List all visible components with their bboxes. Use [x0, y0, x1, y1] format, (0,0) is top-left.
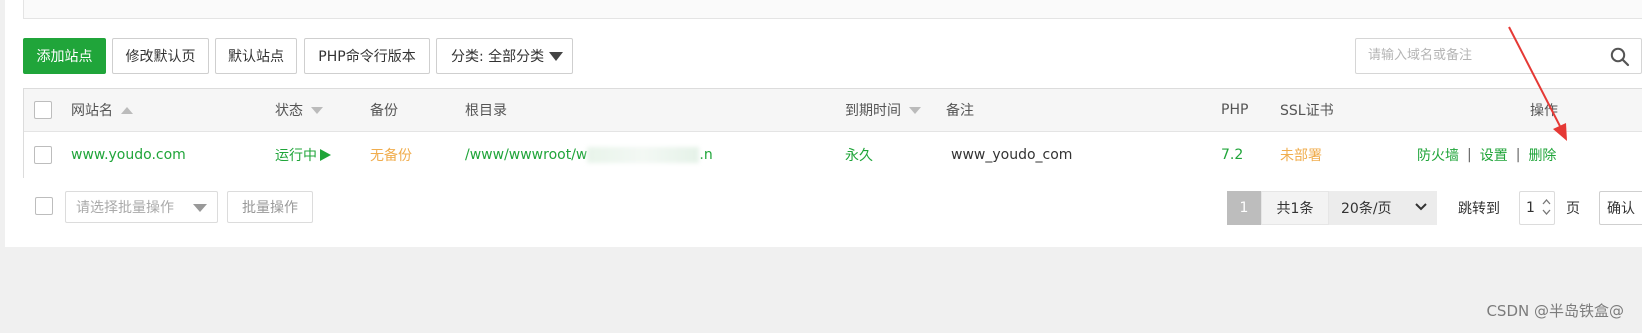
batch-operation-button[interactable]: 批量操作	[227, 191, 313, 223]
header-php: PHP	[1221, 102, 1249, 118]
header-backup: 备份	[370, 103, 398, 119]
redaction-blur	[587, 147, 700, 163]
action-separator: |	[1515, 147, 1521, 163]
delete-link[interactable]: 删除	[1528, 145, 1556, 165]
category-select-label: 分类: 全部分类	[451, 49, 545, 65]
top-strip	[23, 0, 1642, 19]
site-name-link[interactable]: www.youdo.com	[71, 132, 186, 178]
chevron-down-icon	[1415, 203, 1427, 211]
php-version-link[interactable]: 7.2	[1221, 132, 1243, 178]
confirm-jump-button[interactable]: 确认	[1599, 191, 1642, 225]
backup-link[interactable]: 无备份	[370, 132, 412, 178]
search-box	[1355, 38, 1642, 74]
row-checkbox[interactable]	[34, 146, 52, 164]
search-icon[interactable]	[1610, 47, 1630, 67]
caret-down-icon	[549, 52, 563, 61]
per-page-select[interactable]: 20条/页	[1329, 191, 1437, 225]
header-site-name-label: 网站名	[71, 103, 113, 119]
header-root-dir: 根目录	[465, 103, 507, 119]
firewall-link[interactable]: 防火墙	[1417, 145, 1459, 165]
row-select-cell	[34, 132, 52, 178]
spinner-arrows-icon[interactable]	[1542, 196, 1551, 218]
row-actions: 防火墙 | 设置 | 删除	[1417, 132, 1556, 178]
page-unit-label: 页	[1566, 201, 1580, 217]
total-count: 共1条	[1261, 191, 1329, 225]
php-cli-version-button[interactable]: PHP命令行版本	[304, 38, 430, 74]
watermark: CSDN @半岛铁盒@	[1486, 302, 1624, 320]
select-all-checkbox[interactable]	[34, 101, 52, 119]
batch-operation-placeholder: 请选择批量操作	[76, 200, 174, 216]
footer-select-all-checkbox[interactable]	[35, 197, 53, 215]
expire-link[interactable]: 永久	[845, 132, 873, 178]
header-status[interactable]: 状态	[275, 89, 323, 131]
default-site-button[interactable]: 默认站点	[215, 38, 297, 74]
root-dir-prefix: /www/wwwroot/w	[465, 147, 588, 163]
header-remark: 备注	[946, 103, 974, 119]
header-status-label: 状态	[275, 103, 303, 119]
caret-down-icon	[193, 204, 207, 212]
remark-text[interactable]: www_youdo_com	[951, 132, 1072, 178]
root-dir-link[interactable]: /www/wwwroot/w .n	[465, 132, 713, 178]
current-page-button[interactable]: 1	[1227, 191, 1261, 225]
edit-default-page-button[interactable]: 修改默认页	[112, 38, 209, 74]
header-expire[interactable]: 到期时间	[845, 89, 921, 131]
jump-to-label: 跳转到	[1458, 201, 1500, 217]
play-icon	[320, 149, 331, 161]
jump-page-value: 1	[1526, 200, 1535, 216]
root-dir-suffix: .n	[699, 147, 713, 163]
search-input[interactable]	[1366, 47, 1600, 64]
site-table: 网站名 状态 备份 根目录 到期时间 备注 PHP SSL证书 操作 www.y…	[23, 88, 1642, 178]
table-row: www.youdo.com 运行中 无备份 /www/wwwroot/w .n 永…	[24, 132, 1642, 178]
jump-page-input[interactable]: 1	[1519, 191, 1555, 225]
batch-operation-select[interactable]: 请选择批量操作	[65, 191, 218, 223]
site-status-label: 运行中	[275, 148, 317, 164]
sort-desc-icon	[311, 106, 323, 114]
table-header: 网站名 状态 备份 根目录 到期时间 备注 PHP SSL证书 操作	[24, 89, 1642, 132]
category-select[interactable]: 分类: 全部分类	[436, 38, 573, 74]
settings-link[interactable]: 设置	[1480, 145, 1508, 165]
sort-desc-icon	[909, 106, 921, 114]
header-actions: 操作	[1530, 103, 1558, 119]
header-site-name[interactable]: 网站名	[71, 89, 133, 131]
sort-asc-icon	[121, 106, 133, 114]
header-expire-label: 到期时间	[845, 103, 901, 119]
add-site-button[interactable]: 添加站点	[23, 38, 106, 74]
per-page-label: 20条/页	[1341, 201, 1392, 217]
ssl-link[interactable]: 未部署	[1280, 132, 1322, 178]
site-status[interactable]: 运行中	[275, 132, 331, 178]
action-separator: |	[1467, 147, 1472, 163]
select-all-cell	[34, 89, 52, 131]
header-ssl: SSL证书	[1280, 103, 1334, 119]
